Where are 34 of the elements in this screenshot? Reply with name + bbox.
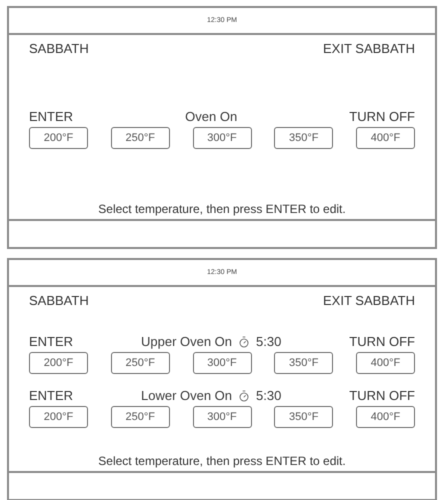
mode-title: SABBATH	[29, 41, 89, 56]
enter-button[interactable]: ENTER	[29, 388, 74, 403]
oven-status: Oven On	[185, 109, 238, 124]
temperature-button[interactable]: 400°F	[356, 127, 415, 149]
temperature-button[interactable]: 250°F	[110, 127, 170, 149]
temperature-button[interactable]: 300°F	[192, 127, 252, 149]
enter-button[interactable]: ENTER	[29, 109, 74, 124]
temperature-button[interactable]: 200°F	[29, 352, 88, 374]
temperature-button[interactable]: 250°F	[110, 406, 170, 428]
temperature-button[interactable]: 200°F	[29, 406, 88, 428]
oven-status: Lower Oven On	[140, 388, 232, 403]
temperature-button[interactable]: 200°F	[29, 127, 88, 149]
enter-button[interactable]: ENTER	[29, 334, 74, 349]
turn-off-button[interactable]: TURN OFF	[349, 334, 415, 349]
temperature-button[interactable]: 300°F	[192, 406, 252, 428]
timer-value: 5:30	[256, 334, 282, 349]
timer-value: 5:30	[256, 388, 282, 403]
temperature-button[interactable]: 300°F	[192, 352, 252, 374]
timer-icon	[238, 390, 250, 402]
temperature-button[interactable]: 350°F	[274, 406, 334, 428]
mode-title: SABBATH	[29, 293, 89, 308]
turn-off-button[interactable]: TURN OFF	[349, 388, 415, 403]
temperature-button[interactable]: 350°F	[274, 352, 334, 374]
instruction-text: Select temperature, then press ENTER to edit.	[97, 454, 347, 468]
oven-status: Upper Oven On	[140, 334, 232, 349]
temperature-button[interactable]: 400°F	[356, 406, 415, 428]
exit-sabbath-button[interactable]: EXIT SABBATH	[323, 293, 415, 308]
instruction-text: Select temperature, then press ENTER to edit.	[97, 202, 347, 216]
timer-icon	[238, 336, 250, 348]
exit-sabbath-button[interactable]: EXIT SABBATH	[323, 41, 415, 56]
temperature-button[interactable]: 400°F	[356, 352, 415, 374]
temperature-button[interactable]: 250°F	[110, 352, 170, 374]
turn-off-button[interactable]: TURN OFF	[349, 109, 415, 124]
temperature-button[interactable]: 350°F	[274, 127, 334, 149]
